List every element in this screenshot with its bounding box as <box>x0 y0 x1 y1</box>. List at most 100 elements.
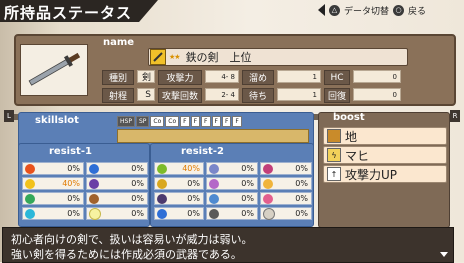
resist-row: 0% 0% 0% <box>154 177 312 190</box>
resist-cell: 0% <box>86 192 148 205</box>
skull-icon <box>263 207 275 220</box>
stat-label-hc: HC <box>324 70 350 85</box>
resist-row: 40% 0% 0% <box>154 162 312 175</box>
slot-chip: Co <box>150 116 165 127</box>
slot-chip: F <box>190 116 201 127</box>
curse-icon <box>157 193 167 204</box>
light-icon <box>89 207 101 220</box>
slot-chip: HSP <box>117 116 135 127</box>
resist-cell: 0% <box>260 207 312 220</box>
thunder-icon <box>25 178 35 189</box>
boost-item[interactable]: ϟ マヒ <box>323 146 447 164</box>
resist-1-label: resist-1 <box>49 146 92 157</box>
resist-cell: 0% <box>154 177 204 190</box>
resist-cell: 40% <box>154 162 204 175</box>
stat-label-wait: 待ち <box>242 88 274 103</box>
resist-cell: 0% <box>206 162 258 175</box>
resist-cell: 0% <box>206 192 258 205</box>
boost-item-label: 地 <box>345 129 358 144</box>
rarity-stars: ★★ <box>169 53 181 61</box>
description-box: 初心者向けの剣で、扱いは容易いが威力は弱い。 強い剣を得るためには作成必須の武器… <box>2 227 454 263</box>
paralysis-icon <box>157 178 167 189</box>
skill-slot-bar <box>117 129 309 143</box>
lightning-icon: ϟ <box>327 148 341 162</box>
resist-2-label: resist-2 <box>181 146 224 157</box>
circle-button-icon[interactable]: ○ <box>393 4 405 16</box>
stat-label-attack-count: 攻撃回数 <box>158 88 202 103</box>
blind-icon <box>209 208 219 219</box>
stat-row: 射程 S 攻撃回数 2- 4 待ち 1 回復 0 <box>102 88 401 103</box>
boost-item-label: マヒ <box>345 148 370 163</box>
stat-grid: 種別 剣 攻撃力 4- 8 溜め 1 HC 0 射程 S 攻撃回数 2- 4 待… <box>102 70 401 106</box>
stun-icon <box>263 178 273 189</box>
resist-row: 0% 0% 0% <box>154 192 312 205</box>
resist-2-grid: 40% 0% 0% 0% 0% 0% 0% 0% 0% 0% 0% 0% <box>154 162 312 220</box>
charm-icon <box>263 193 273 204</box>
stat-label-recovery: 回復 <box>324 88 350 103</box>
stat-value-attack: 4- 8 <box>205 70 239 83</box>
earth-icon <box>327 129 341 143</box>
slot-chip: F <box>201 116 211 127</box>
water-icon <box>89 163 99 174</box>
page-title: 所持品ステータス <box>4 4 133 22</box>
resist-cell: 0% <box>260 192 312 205</box>
fire-icon <box>25 163 35 174</box>
resist-1-grid: 0% 0% 40% 0% 0% 0% 0% 0% <box>22 162 148 220</box>
seal-icon <box>209 193 219 204</box>
resist-cell: 0% <box>154 192 204 205</box>
poison-icon <box>157 163 167 174</box>
arrow-left-icon <box>318 4 325 16</box>
slot-chip: SP <box>135 116 150 127</box>
resist-1-panel: resist-1 0% 0% 40% 0% 0% 0% 0% 0% <box>18 143 150 227</box>
item-name-field: ★★ 鉄の剣 上位 <box>148 48 408 66</box>
help-label-switch: データ切替 <box>344 6 390 17</box>
dark-icon <box>89 178 99 189</box>
drink-icon <box>263 163 273 174</box>
description-line-2: 強い剣を得るためには作成必須の武器である。 <box>11 248 242 261</box>
rail-cap-right-icon[interactable]: R <box>450 110 460 122</box>
item-info-panel: name ★★ 鉄の剣 上位 種別 剣 攻撃力 4- 8 溜め 1 HC 0 射… <box>14 34 456 106</box>
sword-icon <box>150 49 166 65</box>
silence-icon <box>157 208 167 219</box>
resist-cell: 0% <box>22 207 84 220</box>
item-image <box>20 44 88 96</box>
boost-panel: boost 地 ϟ マヒ ↑ 攻撃力UP <box>318 112 450 228</box>
resist-row: 40% 0% <box>22 177 148 190</box>
title-tab: 所持品ステータス <box>0 0 158 22</box>
rail-cap-left-icon[interactable]: L <box>4 110 14 122</box>
boost-item[interactable]: 地 <box>323 127 447 145</box>
confuse-icon <box>209 178 219 189</box>
resist-cell: 0% <box>22 162 84 175</box>
earth-icon <box>89 193 99 204</box>
resist-cell: 0% <box>86 177 148 190</box>
stat-value-wait: 1 <box>277 88 321 101</box>
resist-row: 0% 0% <box>22 207 148 220</box>
wind-icon <box>25 193 35 204</box>
stat-value-hc: 0 <box>353 70 401 83</box>
stat-value-recovery: 0 <box>353 88 401 101</box>
boost-label: boost <box>333 112 365 123</box>
slot-chip: F <box>221 116 232 127</box>
boost-item[interactable]: ↑ 攻撃力UP <box>323 165 447 183</box>
sword-illustration-icon <box>28 52 81 86</box>
slot-chip-row: HSP SP Co Co F F F F F F <box>117 116 242 127</box>
resist-row: 0% 0% 0% <box>154 207 312 220</box>
resist-cell: 0% <box>260 177 312 190</box>
description-line-1: 初心者向けの剣で、扱いは容易いが威力は弱い。 <box>11 233 253 246</box>
scroll-down-icon[interactable] <box>440 252 448 257</box>
resist-cell: 0% <box>260 162 312 175</box>
resist-cell: 0% <box>154 207 204 220</box>
resist-row: 0% 0% <box>22 162 148 175</box>
boost-item-label: 攻撃力UP <box>345 167 398 182</box>
resist-cell: 40% <box>22 177 84 190</box>
stat-value-charge: 1 <box>277 70 321 83</box>
triangle-button-icon[interactable]: △ <box>329 4 340 16</box>
ice-icon <box>25 208 35 219</box>
stat-label-range: 射程 <box>102 88 134 103</box>
stat-label-attack: 攻撃力 <box>158 70 202 85</box>
resist-cell: 0% <box>206 177 258 190</box>
stat-value-attack-count: 2- 4 <box>205 88 239 101</box>
resist-2-panel: resist-2 40% 0% 0% 0% 0% 0% 0% 0% 0% 0% … <box>150 143 314 227</box>
slot-chip: F <box>232 116 242 127</box>
resist-cell: 0% <box>206 207 258 220</box>
